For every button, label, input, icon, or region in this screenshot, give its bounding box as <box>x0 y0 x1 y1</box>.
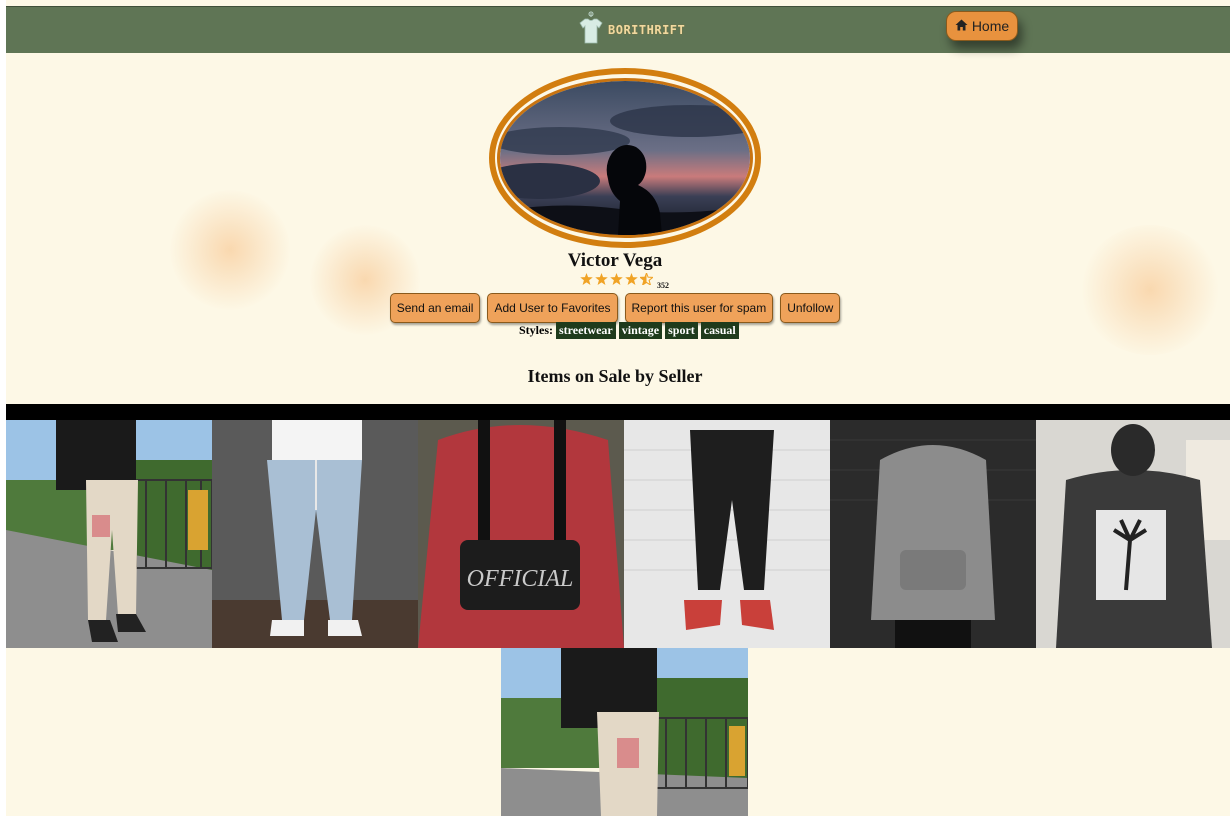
star-icon <box>610 272 623 290</box>
rating-count: 352 <box>657 281 669 290</box>
style-tag[interactable]: streetwear <box>556 322 616 339</box>
star-icon <box>580 272 593 290</box>
rating: 352 <box>580 271 669 290</box>
gallery-top-band <box>6 404 1230 420</box>
item-card[interactable]: OFFICIAL <box>418 420 624 648</box>
navbar: BORITHRIFT Home <box>6 6 1230 53</box>
item-card[interactable] <box>212 420 418 648</box>
decor-blob <box>1080 225 1220 355</box>
styles-label: Styles: <box>519 323 553 337</box>
item-card[interactable] <box>501 648 748 816</box>
items-grid: OFFICIAL <box>6 420 1230 648</box>
home-button[interactable]: Home <box>946 11 1018 41</box>
style-tag[interactable]: vintage <box>618 322 663 339</box>
item-card[interactable] <box>1036 420 1230 648</box>
report-spam-button[interactable]: Report this user for spam <box>624 293 774 323</box>
user-name: Victor Vega <box>567 250 663 271</box>
svg-text:OFFICIAL: OFFICIAL <box>467 566 574 592</box>
tshirt-icon <box>578 11 604 50</box>
home-label: Home <box>971 18 1010 34</box>
item-card[interactable] <box>6 420 212 648</box>
brand-name: BORITHRIFT <box>608 23 686 37</box>
star-icon <box>595 272 608 290</box>
style-tag[interactable]: casual <box>700 322 739 339</box>
send-email-button[interactable]: Send an email <box>389 293 481 323</box>
unfollow-button[interactable]: Unfollow <box>780 293 841 323</box>
brand-logo[interactable]: BORITHRIFT <box>578 11 686 50</box>
home-icon <box>955 18 968 34</box>
styles-row: Styles: streetwear vintage sport casual <box>519 322 739 339</box>
item-card[interactable] <box>830 420 1036 648</box>
items-section-title: Items on Sale by Seller <box>527 366 703 386</box>
item-card[interactable] <box>624 420 830 648</box>
profile-actions: Send an email Add User to Favorites Repo… <box>0 293 1230 323</box>
style-tag[interactable]: sport <box>665 322 698 339</box>
avatar[interactable] <box>497 78 753 238</box>
star-icon <box>625 272 638 290</box>
profile-page: BORITHRIFT Home Victor Vega 352 Send an … <box>0 0 1230 816</box>
half-star-icon <box>638 271 655 290</box>
add-favorite-button[interactable]: Add User to Favorites <box>487 293 618 323</box>
window-edge <box>0 0 6 816</box>
